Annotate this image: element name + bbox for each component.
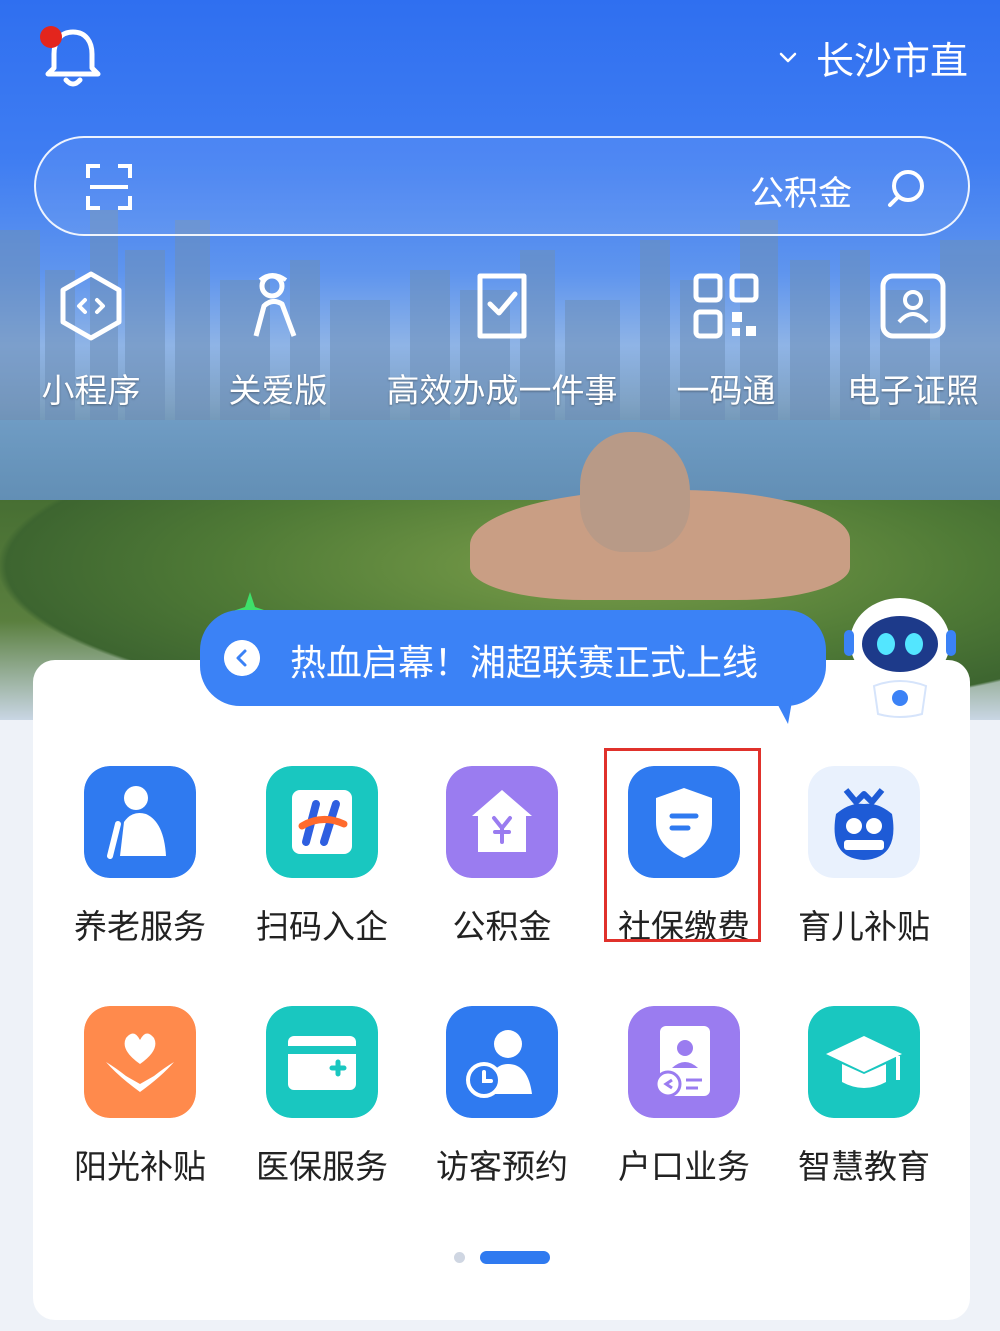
elderly-icon: [84, 766, 196, 878]
pager-indicator[interactable]: [454, 1250, 554, 1266]
quick-link-label: 一码通: [676, 371, 776, 410]
service-label: 扫码入企: [256, 907, 388, 946]
service-household-registration[interactable]: 户口业务: [604, 1006, 764, 1206]
notification-badge: [40, 26, 62, 48]
search-placeholder: 公积金: [750, 174, 852, 214]
quick-link-one-code[interactable]: 一码通: [660, 270, 792, 420]
medical-card-icon: [266, 1006, 378, 1118]
qr-grid-icon: [693, 273, 759, 339]
visitor-clock-icon: [446, 1006, 558, 1118]
assistant-robot-icon[interactable]: [838, 590, 962, 720]
h-logo-icon: [266, 766, 378, 878]
statue-head: [580, 432, 690, 552]
pager-dot-active[interactable]: [480, 1251, 550, 1264]
scan-icon[interactable]: [84, 162, 134, 212]
quick-link-label: 高效办成一件事: [386, 371, 618, 410]
quick-link-label: 关爱版: [228, 371, 328, 410]
service-label: 阳光补贴: [74, 1147, 206, 1186]
service-label: 户口业务: [618, 1147, 750, 1186]
chevron-down-icon: [779, 52, 797, 62]
service-label: 医保服务: [256, 1147, 388, 1186]
heart-hands-icon: [84, 1006, 196, 1118]
quick-link-one-thing[interactable]: 高效办成一件事: [362, 270, 642, 420]
service-housing-fund[interactable]: 公积金: [422, 766, 582, 966]
bubble-tail: [770, 690, 794, 724]
service-childcare-subsidy[interactable]: 育儿补贴: [784, 766, 944, 966]
id-card-icon: [880, 273, 946, 339]
service-smart-education[interactable]: 智慧教育: [784, 1006, 944, 1206]
household-register-icon: [628, 1006, 740, 1118]
service-card: [33, 660, 970, 1320]
mini-program-icon: [60, 271, 122, 341]
service-medical-insurance[interactable]: 医保服务: [242, 1006, 402, 1206]
house-yuan-icon: [446, 766, 558, 878]
service-scan-enter-enterprise[interactable]: 扫码入企: [242, 766, 402, 966]
elderly-care-icon: [253, 273, 297, 337]
chevron-left-icon[interactable]: [224, 640, 260, 676]
quick-link-electronic-license[interactable]: 电子证照: [830, 270, 996, 420]
search-icon: [888, 170, 924, 207]
highlight-box: [604, 748, 761, 942]
pager-dot[interactable]: [454, 1252, 465, 1263]
search-bar[interactable]: 公积金: [34, 136, 970, 236]
service-label: 公积金: [452, 907, 552, 946]
quick-link-label: 小程序: [41, 371, 141, 410]
service-label: 智慧教育: [798, 1147, 930, 1186]
city-selector[interactable]: 长沙市直: [778, 30, 968, 85]
quick-link-label: 电子证照: [847, 371, 979, 410]
document-check-icon: [477, 273, 527, 339]
quick-link-mini-program[interactable]: 小程序: [30, 270, 152, 420]
city-label: 长沙市直: [815, 39, 968, 83]
service-visitor-appointment[interactable]: 访客预约: [422, 1006, 582, 1206]
quick-link-care-version[interactable]: 关爱版: [218, 270, 338, 420]
service-label: 访客预约: [436, 1147, 568, 1186]
service-label: 育儿补贴: [798, 907, 930, 946]
service-elderly-care[interactable]: 养老服务: [60, 766, 220, 966]
announcement-banner[interactable]: 热血启幕！湘超联赛正式上线: [200, 610, 826, 706]
announcement-text: 热血启幕！湘超联赛正式上线: [290, 643, 759, 684]
service-sunshine-subsidy[interactable]: 阳光补贴: [60, 1006, 220, 1206]
graduation-cap-icon: [808, 1006, 920, 1118]
childcare-bag-icon: [808, 766, 920, 878]
service-label: 养老服务: [74, 907, 206, 946]
